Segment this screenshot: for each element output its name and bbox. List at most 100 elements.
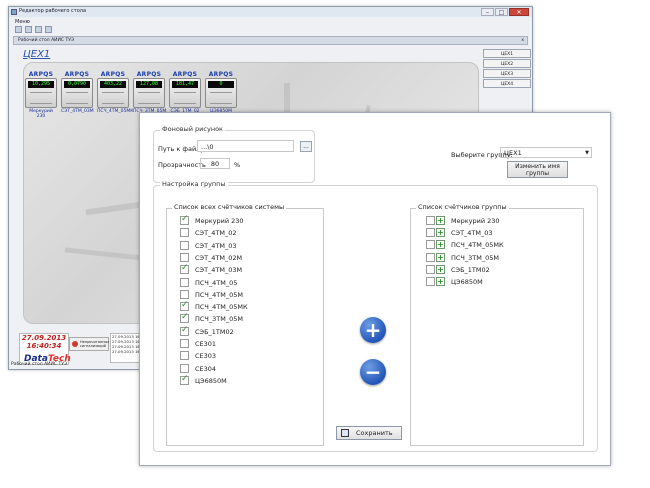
meter-checkbox[interactable]: [180, 325, 189, 336]
meter-display: 127,08: [136, 81, 162, 88]
meter-checkbox[interactable]: [180, 300, 189, 312]
percent-label: %: [234, 161, 241, 169]
meter-checkbox[interactable]: [180, 339, 189, 348]
datetime-panel: 27.09.2013 16:40:34 DataTech: [19, 333, 71, 365]
group-meter-checkbox[interactable]: [426, 264, 435, 274]
meter-checkbox[interactable]: [180, 263, 189, 275]
browse-button[interactable]: ...: [300, 141, 312, 152]
chevron-down-icon: ▼: [585, 150, 589, 156]
meter-checkbox[interactable]: [180, 351, 189, 361]
meter-widget[interactable]: ARPQS 0,0790 СЭТ_4ТМ_03М: [61, 71, 94, 114]
meter-checkbox[interactable]: [180, 228, 189, 238]
all-meters-legend: Список всех счётчиков системы: [172, 203, 287, 211]
meter-display: 181,47: [172, 81, 198, 88]
new-icon[interactable]: [15, 26, 22, 33]
alarms-button[interactable]: Непрочитанных сигнализаций: [69, 337, 109, 351]
open-icon[interactable]: [25, 26, 32, 33]
meter-widget[interactable]: ARPQS 10,295 Меркурий 230: [25, 71, 57, 119]
group-meter-checkbox[interactable]: [426, 240, 435, 250]
meter-brand: ARPQS: [64, 71, 90, 78]
rename-group-button[interactable]: Изменить имя группы: [507, 161, 568, 178]
maximize-icon[interactable]: □: [495, 8, 508, 16]
meter-label: СЭБ_1ТМ02: [195, 327, 234, 336]
transparency-label: Прозрачность: [158, 161, 206, 169]
current-time: 16:40:34: [26, 342, 62, 350]
tab-close-icon[interactable]: x: [521, 38, 524, 43]
meter-display: 10,295: [28, 81, 54, 88]
group-meter-checkbox[interactable]: [426, 252, 435, 262]
warning-icon: [72, 341, 78, 347]
meter-label: ЦЭ6850М: [195, 376, 227, 385]
menu-item[interactable]: Меню: [15, 19, 30, 25]
meter-name: СЭТ_4ТМ_03М: [61, 109, 94, 114]
meter-widget[interactable]: ARPQS 403,22 ПСЧ_4ТМ_05МК: [97, 71, 134, 114]
plus-icon: +: [364, 318, 382, 342]
expand-icon[interactable]: +: [436, 277, 445, 286]
meter-label: СЕ304: [195, 364, 217, 373]
meter-brand: ARPQS: [136, 71, 162, 78]
all-meters-list: [166, 208, 324, 446]
group-meter-checkbox[interactable]: [426, 216, 435, 225]
meter-checkbox[interactable]: [180, 289, 189, 299]
meter-checkbox[interactable]: [180, 240, 189, 250]
settings-icon[interactable]: [45, 26, 52, 33]
meter-checkbox[interactable]: [180, 312, 189, 324]
meter-label: СЕ301: [195, 340, 217, 348]
expand-icon[interactable]: +: [436, 240, 445, 250]
expand-icon[interactable]: +: [436, 264, 445, 274]
meter-checkbox[interactable]: [180, 252, 189, 262]
meter-checkbox[interactable]: [180, 214, 189, 225]
meter-label: СЭТ_4ТМ_02М: [195, 253, 243, 262]
meter-checkbox[interactable]: [180, 277, 189, 287]
group-link[interactable]: ЦЕХ1: [23, 49, 50, 60]
meter-label: СЭТ_4ТМ_03М: [195, 266, 243, 275]
remove-from-group-button[interactable]: −: [360, 359, 386, 385]
group-settings-legend: Настройка группы: [160, 180, 228, 188]
group-meter-checkbox[interactable]: [426, 228, 435, 238]
group-meter-label: СЭБ_1ТМ02: [451, 265, 490, 274]
bg-toolbar: [15, 26, 52, 33]
add-to-group-button[interactable]: +: [360, 317, 386, 343]
meter-brand: ARPQS: [28, 71, 54, 78]
meter-label: ПСЧ_4ТМ_05: [195, 278, 238, 287]
group-button[interactable]: ЦЕХ1: [483, 49, 531, 58]
meter-label: ПСЧ_4ТМ_05М: [195, 290, 243, 299]
meter-name: ПСЧ_4ТМ_05МК: [97, 109, 134, 114]
meter-display: 0: [208, 81, 234, 88]
meter-checkbox[interactable]: [180, 363, 189, 373]
meter-display: 403,22: [100, 81, 126, 88]
transparency-input[interactable]: 80: [200, 158, 230, 169]
meter-widget[interactable]: ARPQS 127,08 ПСЧ_3ТМ_05М: [133, 71, 166, 114]
expand-icon[interactable]: +: [436, 216, 445, 225]
group-settings-dialog: Фоновый рисунок Путь к файлу ...\0 ... П…: [139, 112, 611, 466]
group-meters-legend: Список счётчиков группы: [416, 203, 509, 211]
meter-checkbox[interactable]: [180, 374, 189, 385]
close-icon[interactable]: ✕: [509, 8, 529, 16]
desktop-tab[interactable]: Рабочий стол АИИС ТУЭ x: [13, 36, 528, 45]
meter-widget[interactable]: ARPQS 181,47 СЭБ_1ТМ_02: [169, 71, 201, 114]
meter-label: СЭТ_4ТМ_03: [195, 241, 237, 250]
meter-name: Меркурий 230: [29, 109, 53, 119]
meter-widget[interactable]: ARPQS 0 ЦЭ6850М: [205, 71, 237, 114]
tab-label: Рабочий стол АИИС ТУЭ: [18, 38, 75, 43]
expand-icon[interactable]: +: [436, 228, 445, 238]
group-button[interactable]: ЦЕХ3: [483, 69, 531, 78]
group-select[interactable]: ЦЕХ1 ▼: [500, 147, 592, 158]
group-button[interactable]: ЦЕХ4: [483, 79, 531, 88]
save-icon[interactable]: [35, 26, 42, 33]
minimize-icon[interactable]: –: [481, 8, 494, 16]
group-meter-label: СЭТ_4ТМ_03: [451, 229, 493, 238]
group-meter-label: ПСЧ_4ТМ_05МК: [451, 241, 504, 250]
expand-icon[interactable]: +: [436, 252, 445, 262]
bg-titlebar: Редактор рабочего стола – □ ✕: [9, 7, 532, 17]
meter-icon: 181,47: [169, 78, 201, 108]
background-picture-group: [153, 130, 315, 183]
group-button[interactable]: ЦЕХ2: [483, 59, 531, 68]
floppy-icon: [341, 429, 349, 437]
status-bar: Рабочий стол АИИС ТУЭ: [11, 362, 68, 367]
save-button[interactable]: Сохранить: [336, 426, 402, 440]
file-path-input[interactable]: ...\0: [197, 140, 294, 152]
group-meter-checkbox[interactable]: [426, 277, 435, 286]
meter-brand: ARPQS: [208, 71, 234, 78]
meter-icon: 127,08: [133, 78, 165, 108]
